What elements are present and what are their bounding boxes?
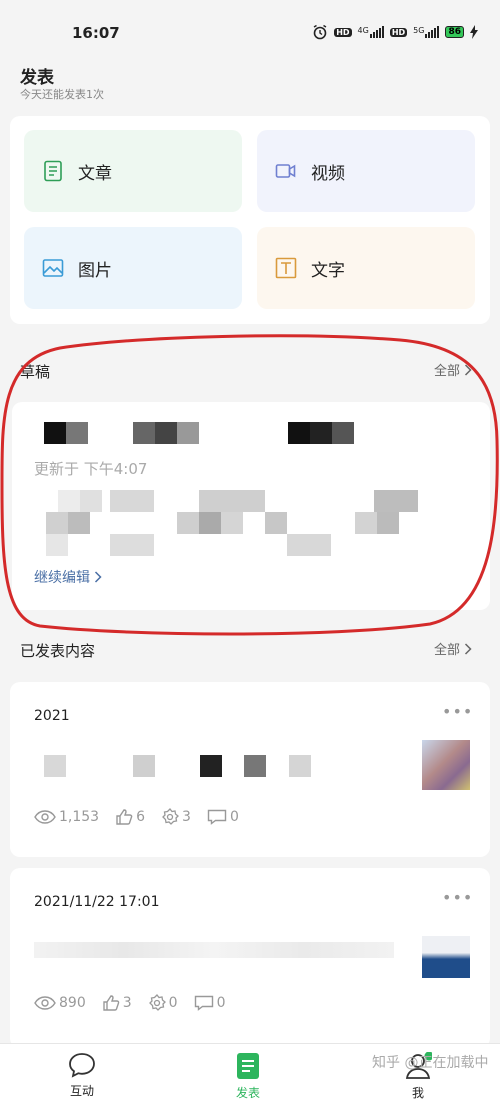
red-annotation-loop <box>0 334 499 636</box>
redacted-title <box>34 942 394 958</box>
watermark: 知乎 @正在加载中 <box>372 1055 489 1071</box>
page-title: 发表 <box>20 68 54 88</box>
nav-item-publish[interactable]: 发表 <box>236 1052 260 1101</box>
published-more-label: 全部 <box>434 643 461 658</box>
views-count: 890 <box>59 995 86 1011</box>
published-date: 2021/11/22 17:01 <box>34 894 160 910</box>
views-stat: 890 <box>34 995 86 1011</box>
stats-row: 890 3 0 0 <box>34 994 226 1012</box>
comment-icon <box>207 809 227 825</box>
hd-badge-2: HD <box>389 27 408 37</box>
thumbs-up-icon <box>103 995 120 1011</box>
status-bar: 16:07 HD 4G HD 5G 86 <box>0 0 500 60</box>
nav-label-interact: 互动 <box>69 1084 94 1098</box>
image-icon <box>42 259 64 277</box>
comment-icon <box>194 995 213 1011</box>
nav-item-interact[interactable]: 互动 <box>68 1052 96 1099</box>
publish-video-label: 视频 <box>311 163 345 184</box>
text-icon <box>275 257 297 279</box>
comments-count: 0 <box>216 995 226 1011</box>
likes-count: 3 <box>122 995 132 1011</box>
shares-stat: 0 <box>148 994 178 1012</box>
likes-stat: 6 <box>115 808 145 826</box>
publish-video-button[interactable]: 视频 <box>257 130 475 212</box>
video-icon <box>275 164 296 178</box>
thumbs-up-icon <box>116 809 133 825</box>
publish-text-label: 文字 <box>311 260 345 281</box>
status-icons: HD 4G HD 5G 86 <box>312 24 478 40</box>
shares-count: 3 <box>182 809 191 825</box>
views-count: 1,153 <box>59 809 100 825</box>
more-options-icon[interactable]: ••• <box>442 702 473 721</box>
net-label-1: 4G <box>357 26 369 35</box>
gear-icon <box>148 994 166 1011</box>
signal-icon-2 <box>425 26 440 38</box>
thumbnail-image <box>422 936 470 978</box>
redacted-title <box>44 755 314 777</box>
nav-label-publish: 发表 <box>236 1086 261 1100</box>
status-time: 16:07 <box>72 24 120 42</box>
publish-article-label: 文章 <box>78 163 112 184</box>
publish-article-button[interactable]: 文章 <box>24 130 242 212</box>
page-subtitle: 今天还能发表1次 <box>20 88 104 101</box>
comments-count: 0 <box>229 809 239 825</box>
publish-image-label: 图片 <box>78 260 112 281</box>
shares-count: 0 <box>168 995 178 1011</box>
more-options-icon[interactable]: ••• <box>442 888 473 907</box>
likes-stat: 3 <box>102 994 132 1012</box>
thumbnail-image <box>422 740 470 790</box>
alarm-icon <box>313 24 327 40</box>
charging-icon <box>470 25 478 39</box>
publish-options-card: 文章 视频 图片 文字 <box>10 116 490 324</box>
published-date: 2021 <box>34 708 70 724</box>
views-stat: 1,153 <box>34 809 99 825</box>
publish-image-button[interactable]: 图片 <box>24 227 242 309</box>
published-more-link[interactable]: 全部 <box>434 639 472 658</box>
comments-stat: 0 <box>194 995 226 1011</box>
likes-count: 6 <box>136 809 146 825</box>
published-item[interactable]: 2021 ••• 1,153 6 3 0 <box>10 682 490 857</box>
publish-text-button[interactable]: 文字 <box>257 227 475 309</box>
article-icon <box>44 160 62 182</box>
chevron-right-icon <box>464 642 472 655</box>
comments-stat: 0 <box>207 809 239 825</box>
eye-icon <box>34 810 56 824</box>
nav-label-profile: 我 <box>411 1086 424 1100</box>
signal-icon <box>369 26 384 38</box>
stats-row: 1,153 6 3 0 <box>34 808 239 826</box>
publish-icon <box>237 1053 259 1079</box>
published-section-title: 已发表内容 <box>20 642 96 660</box>
published-item[interactable]: 2021/11/22 17:01 ••• 890 3 0 0 <box>10 868 490 1048</box>
hd-badge: HD <box>334 27 352 37</box>
gear-icon <box>162 808 179 825</box>
net-label-2: 5G <box>413 26 425 35</box>
battery-icon: 86 <box>445 26 464 38</box>
chat-icon <box>69 1053 95 1078</box>
shares-stat: 3 <box>161 808 191 826</box>
eye-icon <box>34 996 56 1010</box>
